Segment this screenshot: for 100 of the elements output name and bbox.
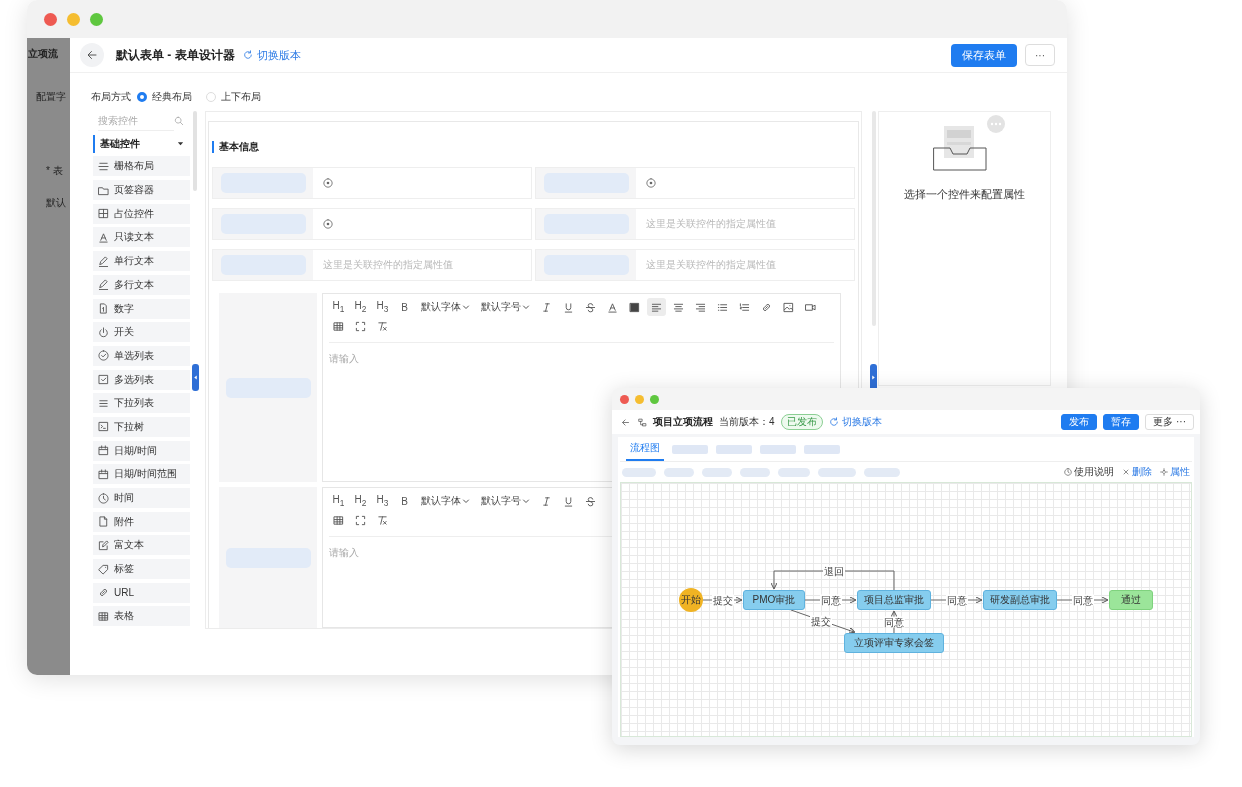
form-field[interactable] (212, 167, 532, 199)
split-square-icon (98, 208, 109, 220)
tool-link[interactable]: 删除 (1122, 465, 1152, 479)
form-field[interactable] (212, 208, 532, 240)
folder-icon (98, 184, 109, 196)
tool-link[interactable]: 使用说明 (1064, 465, 1114, 479)
heading-button[interactable]: H$_{3}$ (373, 298, 392, 316)
font-dropdown[interactable]: 默认字号 (481, 492, 530, 510)
palette-item[interactable]: 单选列表 (93, 345, 190, 366)
flow-node[interactable]: 立项评审专家会签 (844, 633, 944, 653)
form-field[interactable] (535, 167, 855, 199)
editor-placeholder: 请输入 (329, 547, 359, 558)
flow-node[interactable]: 开始 (679, 588, 703, 612)
heading-button[interactable]: H$_{1}$ (329, 492, 348, 510)
palette-item[interactable]: 下拉列表 (93, 393, 190, 414)
back-button[interactable] (80, 43, 104, 67)
more-button[interactable]: ··· (1025, 44, 1055, 66)
switch-version-link[interactable]: 切换版本 (242, 47, 301, 63)
layout-radio[interactable]: 经典布局 (137, 90, 192, 104)
palette-item[interactable]: 附件 (93, 511, 190, 532)
tab[interactable]: 流程图 (626, 437, 664, 461)
background-label: 配置字 (36, 90, 66, 104)
toolbar-button[interactable]: 发布 (1061, 414, 1098, 430)
toolbar-button[interactable]: 更多 ··· (1145, 414, 1194, 430)
lines-icon (98, 160, 109, 172)
caret-icon (177, 140, 184, 148)
align-right-icon (695, 301, 706, 313)
heading-button[interactable]: H$_{3}$ (373, 492, 392, 510)
layout-radio[interactable]: 上下布局 (206, 90, 261, 104)
font-dropdown[interactable]: 默认字体 (421, 492, 470, 510)
chevron-icon (462, 497, 470, 505)
palette-item[interactable]: URL (93, 582, 190, 603)
palette-item[interactable]: 开关 (93, 322, 190, 343)
table-icon (333, 514, 344, 526)
window-zoom-button[interactable] (90, 12, 103, 26)
window-zoom-button[interactable] (650, 394, 659, 404)
palette-item[interactable]: 标签 (93, 559, 190, 580)
palette-item[interactable]: 日期/时间范围 (93, 464, 190, 485)
flow-node[interactable]: 通过 (1109, 590, 1153, 610)
empty-state-text: 选择一个控件来配置属性 (904, 188, 1025, 202)
window-close-button[interactable] (44, 12, 57, 26)
font-dropdown[interactable]: 默认字号 (481, 298, 530, 316)
align-left-icon (651, 301, 662, 313)
flow-node[interactable]: PMO审批 (743, 590, 805, 610)
tool-link[interactable]: 属性 (1160, 465, 1190, 479)
calendar-icon (98, 445, 109, 457)
heading-button[interactable]: H$_{2}$ (351, 492, 370, 510)
edge-label: 同意 (820, 594, 842, 606)
palette-item[interactable]: 日期/时间 (93, 440, 190, 461)
list-icon (98, 397, 109, 409)
chevron-icon (522, 303, 530, 311)
palette-item[interactable]: 多行文本 (93, 274, 190, 295)
window-minimize-button[interactable] (635, 394, 644, 404)
palette-item[interactable]: 多选列表 (93, 369, 190, 390)
palette-item[interactable]: 页签容器 (93, 180, 190, 201)
palette-item[interactable]: 占位控件 (93, 203, 190, 224)
save-button[interactable]: 保存表单 (951, 43, 1017, 67)
flow-node[interactable]: 研发副总审批 (983, 590, 1057, 610)
palette-group-header[interactable]: 基础控件 (93, 134, 190, 153)
file-icon (98, 516, 109, 528)
fullscreen-icon (355, 514, 366, 526)
toolbar-button[interactable]: 暂存 (1103, 414, 1140, 430)
strikethrough-icon (585, 495, 596, 507)
target-icon (323, 219, 333, 229)
section-title: 基本信息 (212, 141, 259, 153)
chevron-icon (522, 497, 530, 505)
clock-icon (1064, 468, 1072, 476)
palette-item[interactable]: 时间 (93, 488, 190, 508)
target-icon (323, 178, 333, 188)
editor-placeholder: 请输入 (329, 353, 359, 364)
flow-node[interactable]: 项目总监审批 (857, 590, 931, 610)
table-icon (98, 610, 109, 622)
palette-item[interactable]: 栅格布局 (93, 156, 190, 177)
heading-button[interactable]: H$_{1}$ (329, 298, 348, 316)
edge-label: 退回 (823, 565, 845, 577)
palette-item[interactable]: 富文本 (93, 535, 190, 556)
clear-format-icon (377, 514, 388, 526)
palette-item[interactable]: 只读文本 (93, 227, 190, 248)
font-dropdown[interactable]: 默认字体 (421, 298, 470, 316)
chevron-icon (462, 303, 470, 311)
collapse-handle[interactable] (192, 364, 199, 391)
italic-icon (541, 495, 552, 507)
strikethrough-icon (585, 301, 596, 313)
bold-button[interactable]: B (395, 492, 414, 510)
window-close-button[interactable] (620, 394, 629, 404)
flow-icon (638, 417, 647, 427)
refresh-icon (828, 417, 839, 427)
palette-item[interactable]: 下拉树 (93, 416, 190, 437)
fullscreen-icon (355, 320, 366, 332)
table-icon (333, 320, 344, 332)
edge-label: 同意 (1072, 594, 1094, 606)
palette-item[interactable]: 数字 (93, 298, 190, 319)
palette-item[interactable]: 单行文本 (93, 251, 190, 272)
version-label: 当前版本：4 (719, 415, 775, 429)
palette-item[interactable]: 表格 (93, 606, 190, 627)
search-field[interactable]: 搜索控件 (98, 111, 174, 131)
pen-icon (98, 279, 109, 291)
heading-button[interactable]: H$_{2}$ (351, 298, 370, 316)
bold-button[interactable]: B (395, 298, 414, 316)
align-center-icon (673, 301, 684, 313)
